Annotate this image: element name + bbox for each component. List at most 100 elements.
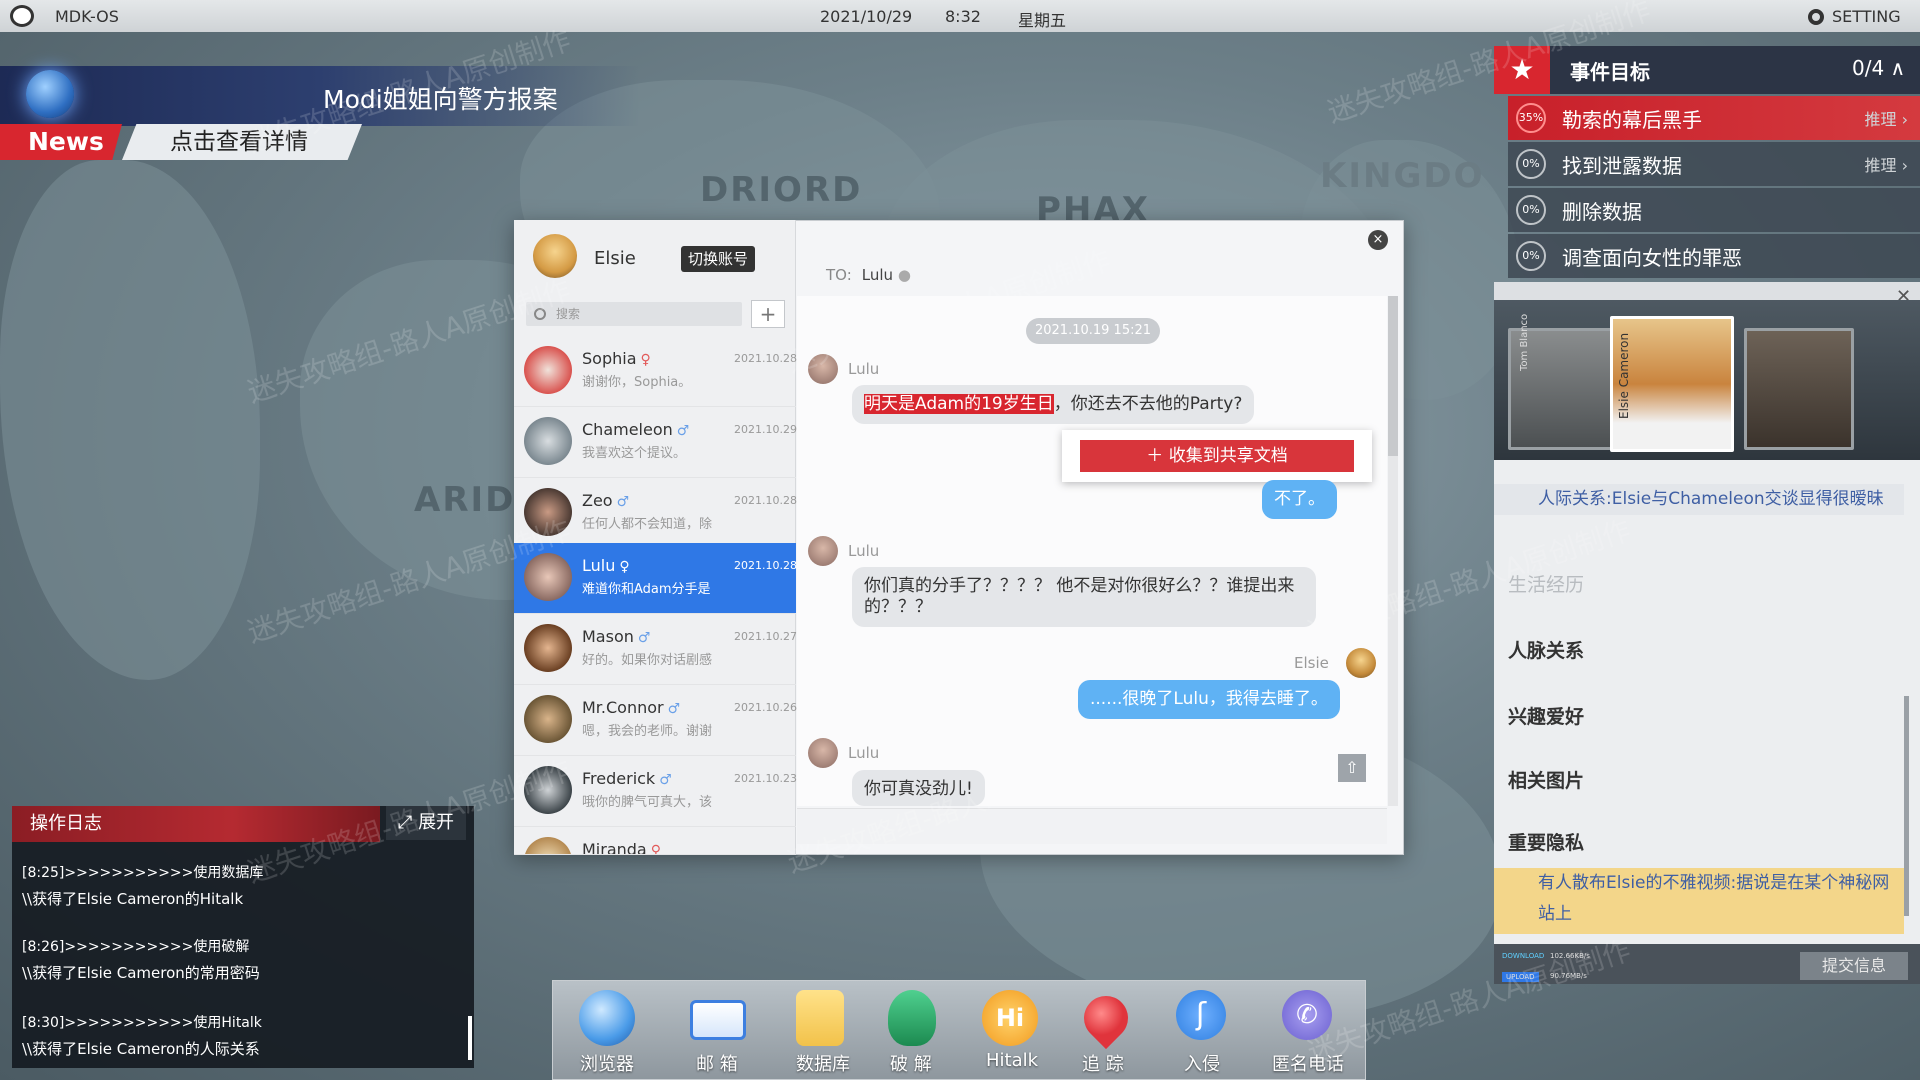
contact-item-chameleon[interactable]: Chameleon ♂ 我喜欢这个提议。 2021.10.29 xyxy=(514,407,797,478)
message-timestamp: 2021.10.19 15:21 xyxy=(1026,318,1160,344)
system-date: 2021/10/29 xyxy=(820,7,913,26)
add-contact-button[interactable]: + xyxy=(751,300,785,328)
female-icon: ♀ xyxy=(650,843,661,855)
submit-info-button[interactable]: 提交信息 xyxy=(1800,952,1908,980)
mail-icon[interactable] xyxy=(690,1000,746,1040)
profile-card-elsie[interactable]: Elsie Cameron xyxy=(1610,316,1734,452)
event-objectives-count[interactable]: 0/4 ∧ xyxy=(1852,56,1905,80)
contact-date: 2021.10.28 xyxy=(734,352,797,365)
dock-label-mail: 邮 箱 xyxy=(696,1054,738,1075)
log-entry-action: [8:25]>>>>>>>>>>>使用数据库 xyxy=(22,865,264,881)
profile-note-relationship: 人际关系:Elsie与Chameleon交谈显得很暧昧 xyxy=(1494,484,1904,515)
unlock-icon[interactable] xyxy=(888,990,936,1046)
globe-icon[interactable] xyxy=(579,990,635,1046)
event-progress: 35% xyxy=(1516,103,1546,133)
event-label: 调查面向女性的罪恶 xyxy=(1562,245,1742,270)
contact-name: Mason ♂ xyxy=(582,627,650,646)
contact-item-zeo[interactable]: Zeo ♂ 任何人都不会知道，除 2021.10.28 xyxy=(514,478,797,549)
event-item[interactable]: 0% 调查面向女性的罪恶 xyxy=(1508,234,1920,278)
map-label-kingdo: KINGDO xyxy=(1320,156,1485,196)
avatar xyxy=(524,417,572,465)
event-count-value: 0/4 xyxy=(1852,56,1885,80)
profile-photo-strip: Tom Blanco Elsie Cameron xyxy=(1494,300,1920,460)
expand-icon: ⤢ xyxy=(397,812,413,833)
phone-icon[interactable]: ✆ xyxy=(1282,990,1332,1040)
message-sender: Lulu xyxy=(848,542,880,560)
contact-name: Sophia ♀ xyxy=(582,349,651,368)
to-label: TO: xyxy=(826,266,852,284)
database-icon[interactable] xyxy=(796,990,844,1046)
message-bubble[interactable]: 你可真没劲儿! xyxy=(852,770,985,806)
contact-name-text: Zeo xyxy=(582,491,613,510)
event-item[interactable]: 35% 勒索的幕后黑手 推理 › xyxy=(1508,96,1920,140)
contact-last-message: 嗯，我会的老师。谢谢 xyxy=(582,724,713,739)
profile-card-tom[interactable]: Tom Blanco xyxy=(1508,314,1618,450)
contact-item-mason[interactable]: Mason ♂ 好的。如果你对话剧感 2021.10.27 xyxy=(514,614,797,685)
infer-link[interactable]: 推理 › xyxy=(1865,152,1909,176)
app-dock xyxy=(552,980,1366,1080)
section-life[interactable]: 生活经历 xyxy=(1508,570,1584,597)
event-progress: 0% xyxy=(1516,149,1546,179)
hook-icon[interactable]: ʃ xyxy=(1176,990,1226,1040)
profile-scrollbar[interactable] xyxy=(1904,696,1909,916)
info-icon[interactable]: ● xyxy=(898,266,911,284)
section-photos[interactable]: 相关图片 xyxy=(1508,766,1584,793)
news-detail-link[interactable]: 点击查看详情 xyxy=(122,124,362,160)
section-privacy[interactable]: 重要隐私 xyxy=(1508,828,1584,855)
profile-card-name: Elsie Cameron xyxy=(1617,332,1631,419)
map-label-driord: DRIORD xyxy=(700,170,863,210)
contact-search-input[interactable]: 搜索 xyxy=(526,302,742,326)
collect-to-shared-doc-button[interactable]: ＋ 收集到共享文档 xyxy=(1080,440,1354,472)
os-logo-icon[interactable] xyxy=(10,5,34,27)
contact-name-text: Sophia xyxy=(582,349,637,368)
plus-icon: ＋ xyxy=(1146,446,1164,466)
section-hobbies[interactable]: 兴趣爱好 xyxy=(1508,702,1584,729)
expand-log-button[interactable]: ⤢ 展开 xyxy=(386,806,466,840)
log-scrollbar[interactable] xyxy=(468,1016,472,1060)
news-headline: Modi姐姐向警方报案 xyxy=(323,85,558,114)
section-contacts[interactable]: 人脉关系 xyxy=(1508,636,1584,663)
scrollbar-thumb[interactable] xyxy=(1388,296,1398,456)
avatar xyxy=(524,837,572,854)
contact-item-lulu[interactable]: Lulu ♀ 难道你和Adam分手是 2021.10.28 xyxy=(514,543,797,614)
hitalk-icon[interactable]: Hi xyxy=(982,990,1038,1046)
contact-item-sophia[interactable]: Sophia ♀ 谢谢你，Sophia。 2021.10.28 xyxy=(514,336,797,407)
contact-date: 2021.10.28 xyxy=(734,559,797,572)
contact-name: Lulu ♀ xyxy=(582,556,630,575)
event-progress: 0% xyxy=(1516,241,1546,271)
star-icon: ★ xyxy=(1494,46,1550,94)
scroll-to-top-icon[interactable]: ⇧ xyxy=(1338,754,1366,782)
search-icon xyxy=(534,308,546,320)
map-label-arid: ARID xyxy=(414,480,516,520)
message-bubble[interactable]: 不了。 xyxy=(1262,480,1337,519)
close-chat-button[interactable]: × xyxy=(1368,230,1388,250)
contact-item-miranda[interactable]: Miranda ♀ xyxy=(514,827,796,855)
contact-item-frederick[interactable]: Frederick ♂ 哦你的脾气可真大，该 2021.10.23 xyxy=(514,756,797,827)
conversation-area[interactable] xyxy=(797,296,1387,806)
highlighted-clue[interactable]: 明天是Adam的19岁生日 xyxy=(864,394,1054,414)
operation-log-title: 操作日志 xyxy=(12,806,380,842)
log-entry-result: \\获得了Elsie Cameron的常用密码 xyxy=(22,964,260,982)
message-bubble[interactable]: ......很晚了Lulu，我得去睡了。 xyxy=(1078,680,1340,719)
setting-button[interactable]: SETTING xyxy=(1808,7,1901,26)
contact-last-message: 哦你的脾气可真大，该 xyxy=(582,795,713,810)
log-entry-action: [8:30]>>>>>>>>>>>使用Hitalk xyxy=(22,1015,262,1031)
message-bubble[interactable]: 你们真的分手了？？？？ 他不是对你很好么？？谁提出来的？？？ xyxy=(852,567,1316,627)
profile-card-other[interactable] xyxy=(1744,328,1854,450)
contact-item-mr-connor[interactable]: Mr.Connor ♂ 嗯，我会的老师。谢谢 2021.10.26 xyxy=(514,685,797,756)
message-bubble[interactable]: 明天是Adam的19岁生日，你还去不去他的Party? xyxy=(852,385,1255,424)
infer-link[interactable]: 推理 › xyxy=(1865,106,1909,130)
event-item[interactable]: 0% 删除数据 xyxy=(1508,188,1920,232)
switch-account-button[interactable]: 切换账号 xyxy=(681,246,755,272)
message-sender: Lulu xyxy=(848,744,880,762)
message-input[interactable] xyxy=(797,808,1387,844)
expand-label: 展开 xyxy=(418,812,455,833)
avatar xyxy=(524,766,572,814)
dock-label-hitalk: Hitalk xyxy=(986,1050,1039,1071)
note-text: 人际关系:Elsie与Chameleon交谈显得很暧昧 xyxy=(1538,489,1884,509)
conversation-scrollbar[interactable] xyxy=(1388,296,1398,806)
profile-panel-header xyxy=(1494,282,1920,302)
note-text: 有人散布Elsie的不雅视频:据说是在某个神秘网站上 xyxy=(1538,873,1890,924)
event-item[interactable]: 0% 找到泄露数据 推理 › xyxy=(1508,142,1920,186)
event-label: 找到泄露数据 xyxy=(1562,153,1682,178)
